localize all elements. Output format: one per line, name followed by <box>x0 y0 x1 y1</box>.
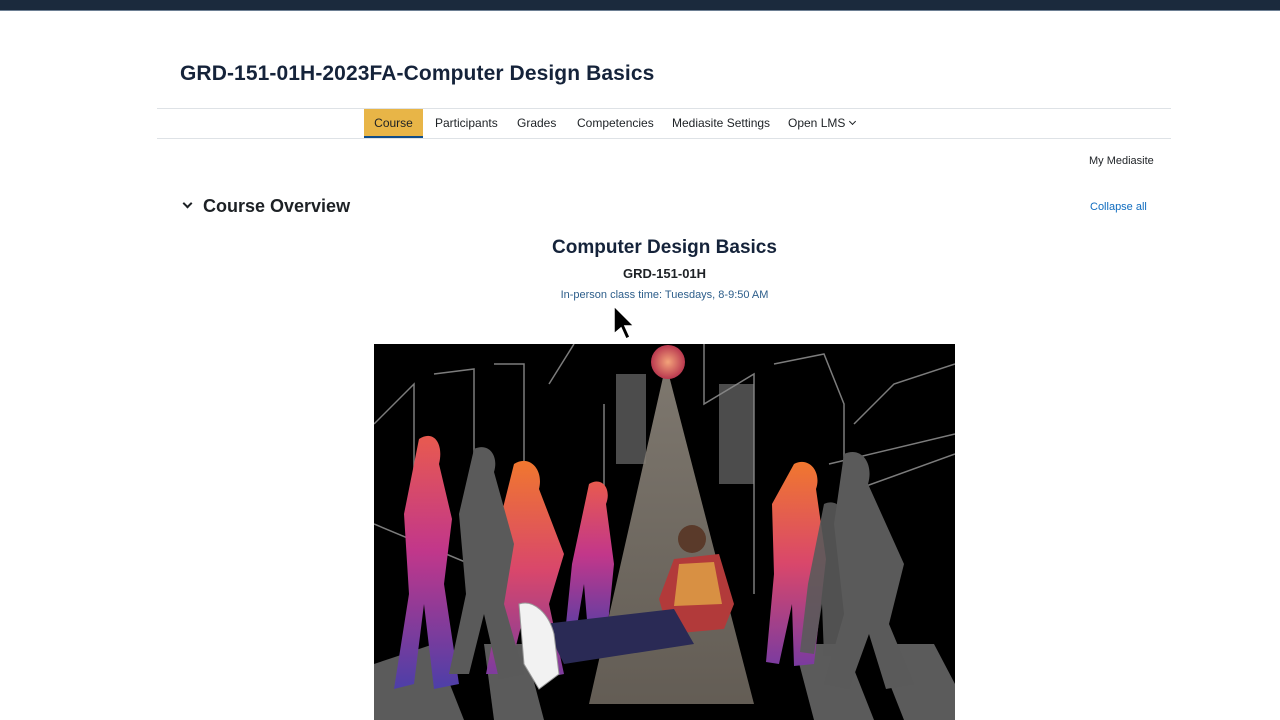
tab-open-lms[interactable]: Open LMS <box>788 109 857 138</box>
page-title: GRD-151-01H-2023FA-Computer Design Basic… <box>180 62 655 85</box>
section-collapse-toggle[interactable] <box>181 198 195 213</box>
top-navbar <box>0 0 1280 11</box>
secondary-navigation: Course Participants Grades Competencies … <box>157 108 1171 139</box>
tab-mediasite-settings[interactable]: Mediasite Settings <box>672 109 770 138</box>
tab-open-lms-label: Open LMS <box>788 116 846 130</box>
chevron-down-icon <box>182 198 193 209</box>
overview-class-time: In-person class time: Tuesdays, 8-9:50 A… <box>560 289 769 301</box>
tab-participants[interactable]: Participants <box>435 109 498 138</box>
tab-course[interactable]: Course <box>364 109 423 138</box>
section-title: Course Overview <box>203 196 351 216</box>
tab-competencies[interactable]: Competencies <box>577 109 654 138</box>
overview-title: Computer Design Basics <box>552 237 777 258</box>
tab-grades[interactable]: Grades <box>517 109 556 138</box>
my-mediasite-block[interactable]: My Mediasite <box>1089 155 1154 167</box>
chevron-down-icon <box>849 117 857 126</box>
course-banner-image <box>374 344 955 720</box>
collapse-all-link[interactable]: Collapse all <box>1090 201 1147 213</box>
mouse-cursor-icon <box>613 305 636 341</box>
overview-course-code: GRD-151-01H <box>622 266 707 281</box>
